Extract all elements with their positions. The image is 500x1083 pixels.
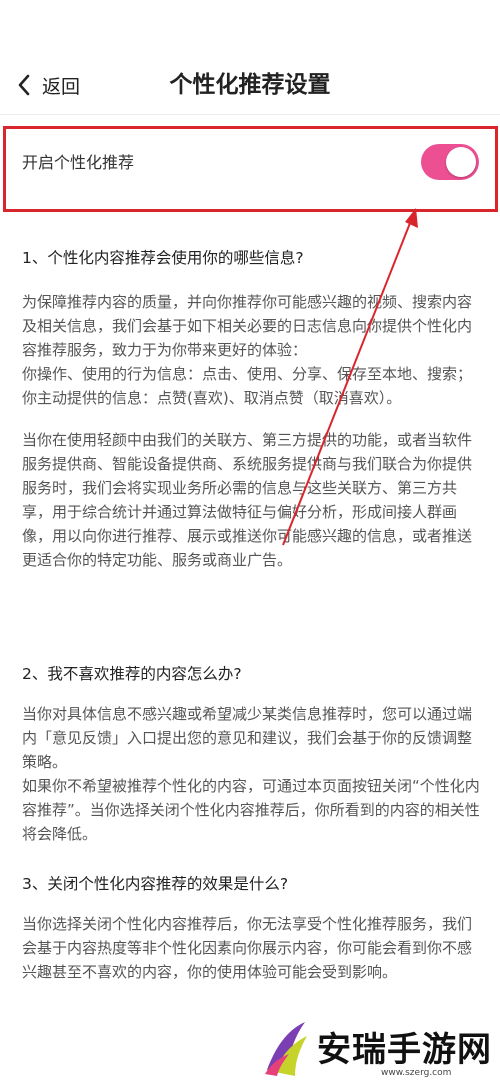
section-2: 2、我不喜欢推荐的内容怎么办? 当你对具体信息不感兴趣或希望减少某类信息推荐时，… bbox=[22, 662, 482, 846]
watermark-logo-icon bbox=[261, 1018, 313, 1082]
personalized-recommendation-row: 开启个性化推荐 bbox=[0, 116, 500, 210]
section-paragraph: 为保障推荐内容的质量，并向你推荐你可能感兴趣的视频、搜索内容及相关信息，我们会基… bbox=[22, 293, 473, 359]
watermark-url: www.szerg.com bbox=[381, 1068, 452, 1078]
section-paragraph: 你操作、使用的行为信息：点击、使用、分享、保存至本地、搜索； bbox=[22, 365, 473, 383]
section-heading: 1、个性化内容推荐会使用你的哪些信息? bbox=[22, 249, 304, 267]
page-title: 个性化推荐设置 bbox=[169, 72, 331, 98]
watermark: 安瑞手游网 www.szerg.com bbox=[255, 1012, 500, 1083]
toggle-label: 开启个性化推荐 bbox=[22, 153, 135, 172]
section-heading: 2、我不喜欢推荐的内容怎么办? bbox=[22, 665, 242, 683]
watermark-text: 安瑞手游网 bbox=[317, 1030, 492, 1070]
switch-knob bbox=[446, 147, 476, 177]
section-paragraph: 当你对具体信息不感兴趣或希望减少某类信息推荐时，您可以通过端内「意见反馈」入口提… bbox=[22, 705, 473, 771]
section-paragraph: 你主动提供的信息：点赞(喜欢)、取消点赞（取消喜欢）。 bbox=[22, 389, 402, 407]
section-paragraph: 当你在使用轻颜中由我们的关联方、第三方提供的功能，或者当软件服务提供商、智能设备… bbox=[22, 431, 473, 569]
section-paragraph: 如果你不希望被推荐个性化的内容，可通过本页面按钮关闭“个性化内容推荐”。当你选择… bbox=[22, 777, 480, 843]
section-paragraph: 当你选择关闭个性化内容推荐后，你无法享受个性化推荐服务，我们会基于内容热度等非个… bbox=[22, 915, 473, 981]
personalized-recommendation-switch[interactable] bbox=[421, 144, 479, 180]
section-3: 3、关闭个性化内容推荐的效果是什么? 当你选择关闭个性化内容推荐后，你无法享受个… bbox=[22, 872, 482, 984]
settings-page: 返回 个性化推荐设置 开启个性化推荐 1、个性化内容推荐会使用你的哪些信息? 为… bbox=[0, 0, 500, 1083]
nav-header: 返回 个性化推荐设置 bbox=[0, 0, 500, 115]
section-heading: 3、关闭个性化内容推荐的效果是什么? bbox=[22, 875, 289, 893]
section-1: 1、个性化内容推荐会使用你的哪些信息? 为保障推荐内容的质量，并向你推荐你可能感… bbox=[22, 246, 482, 572]
